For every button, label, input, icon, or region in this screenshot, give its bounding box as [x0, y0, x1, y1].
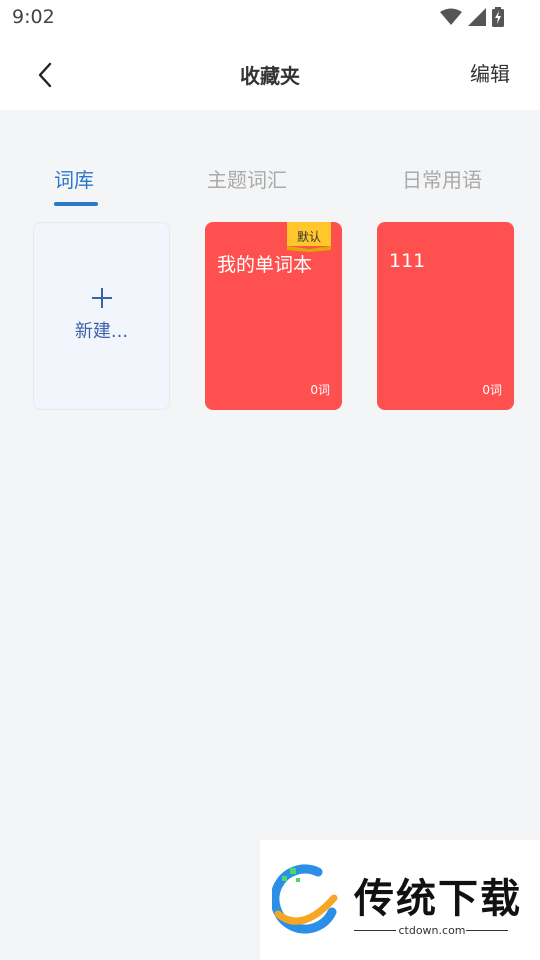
watermark-brand: 传统下载: [354, 876, 522, 922]
default-badge: 默认: [287, 222, 331, 252]
tab-vocabulary[interactable]: 词库: [54, 164, 94, 193]
page-title: 收藏夹: [240, 64, 300, 88]
wordbook-count: 0词: [310, 383, 330, 397]
wordbook-card[interactable]: 默认 我的单词本 0词: [205, 222, 342, 410]
brand-logo-icon: [272, 864, 338, 934]
wordbook-card[interactable]: 111 0词: [377, 222, 514, 410]
wordbook-name: 111: [389, 250, 426, 272]
wordbook-name: 我的单词本: [217, 254, 313, 276]
header: 收藏夹 编辑: [0, 40, 540, 110]
watermark-divider: [466, 930, 508, 931]
tab-daily-phrases[interactable]: 日常用语: [402, 164, 482, 193]
status-time: 9:02: [12, 6, 55, 28]
edit-button[interactable]: 编辑: [470, 58, 510, 87]
new-wordbook-card[interactable]: 新建...: [33, 222, 170, 410]
wordbook-count: 0词: [482, 383, 502, 397]
tab-topic-words[interactable]: 主题词汇: [207, 164, 287, 193]
new-wordbook-label: 新建...: [74, 321, 129, 342]
battery-icon: [492, 7, 504, 27]
plus-icon: [34, 287, 169, 313]
watermark: 传统下载 ctdown.com: [260, 840, 540, 960]
signal-icon: [468, 8, 486, 26]
active-tab-indicator: [54, 202, 98, 206]
status-icons: [440, 6, 504, 28]
wifi-icon: [440, 8, 462, 25]
default-badge-label: 默认: [296, 230, 321, 244]
status-bar: 9:02: [0, 0, 540, 40]
tab-bar: 词库 主题词汇 日常用语: [0, 160, 540, 210]
